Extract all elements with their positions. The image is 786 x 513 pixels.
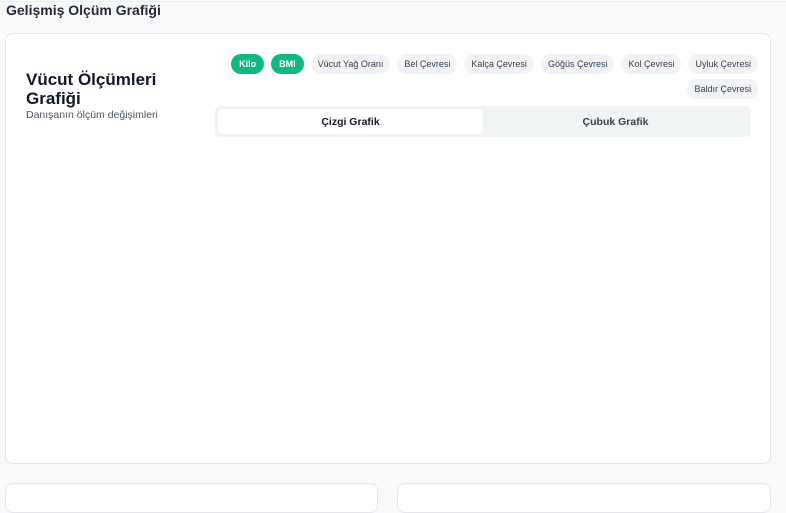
tab-line-chart[interactable]: Çizgi Grafik	[218, 109, 483, 134]
metric-chip-bmi[interactable]: BMI	[271, 54, 304, 74]
metric-chip-kilo[interactable]: Kilo	[231, 54, 265, 74]
chart-type-tabs: Çizgi Grafik Çubuk Grafik	[215, 106, 751, 137]
metric-chip-arm[interactable]: Kol Çevresi	[621, 54, 682, 74]
metric-chip-hip[interactable]: Kalça Çevresi	[464, 54, 534, 74]
measurements-card: Vücut Ölçümleri Grafiği Danışanın ölçüm …	[5, 33, 771, 464]
tab-bar-chart[interactable]: Çubuk Grafik	[483, 109, 748, 134]
card-subtitle: Danışanın ölçüm değişimleri	[26, 109, 158, 121]
page-title: Gelişmiş Olçüm Grafiği	[6, 2, 161, 18]
metric-chip-chest[interactable]: Göğüs Çevresi	[540, 54, 615, 74]
bottom-card-right	[397, 483, 771, 513]
metric-chip-body-fat[interactable]: Vücut Yağ Oranı	[310, 54, 391, 74]
chart-area	[26, 146, 751, 451]
metric-filter-group: Kilo BMI Vücut Yağ Oranı Bel Çevresi Kal…	[211, 54, 758, 99]
metric-chip-waist[interactable]: Bel Çevresi	[397, 54, 458, 74]
card-title: Vücut Ölçümleri Grafiği	[26, 70, 157, 108]
bottom-card-left	[5, 483, 378, 513]
metric-chip-thigh[interactable]: Uyluk Çevresi	[688, 54, 758, 74]
metric-chip-calf[interactable]: Baldır Çevresi	[687, 79, 758, 99]
